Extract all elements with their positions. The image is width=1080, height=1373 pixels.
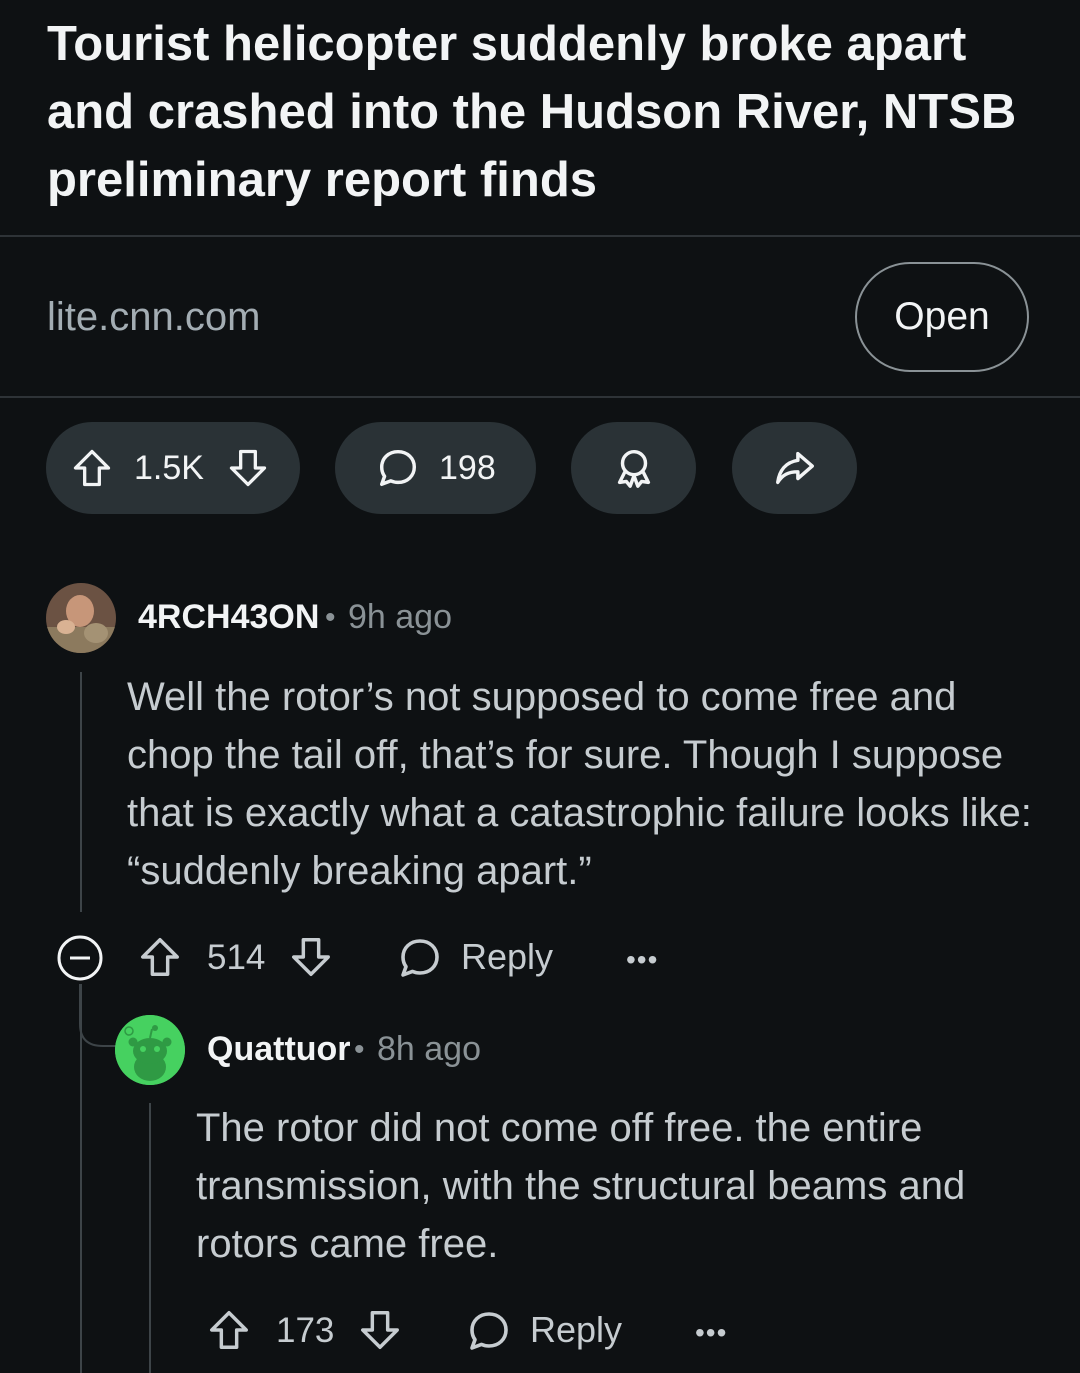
share-button[interactable] [732, 422, 857, 514]
thread-line[interactable] [80, 672, 82, 912]
downvote-arrow-icon[interactable] [226, 446, 270, 490]
comment-username[interactable]: Quattuor [207, 1030, 351, 1069]
more-options-button[interactable]: ••• [626, 944, 658, 976]
downvote-arrow-icon[interactable] [288, 934, 334, 980]
comment-score: 514 [207, 938, 266, 977]
upvote-arrow-icon[interactable] [70, 446, 114, 490]
upvote-arrow-icon[interactable] [137, 934, 183, 980]
comment-score: 173 [276, 1311, 335, 1350]
more-options-button[interactable]: ••• [695, 1317, 727, 1349]
separator-dot: • [354, 1033, 365, 1066]
award-icon [611, 445, 657, 491]
reply-button[interactable]: Reply [530, 1309, 622, 1351]
thread-line[interactable] [149, 1103, 151, 1373]
post-score: 1.5K [134, 448, 204, 487]
comment-bubble-icon[interactable] [396, 934, 444, 982]
avatar[interactable] [46, 583, 116, 653]
comment-timestamp: 9h ago [348, 598, 452, 636]
comment-count: 198 [439, 448, 496, 487]
comment-username[interactable]: 4RCH43ON [138, 598, 319, 637]
post-title: Tourist helicopter suddenly broke apart … [47, 17, 1017, 207]
separator-dot: • [325, 601, 336, 634]
link-domain[interactable]: lite.cnn.com [47, 292, 260, 342]
open-link-button[interactable]: Open [855, 262, 1029, 372]
divider [0, 396, 1080, 398]
comment-timestamp: 8h ago [377, 1030, 481, 1068]
share-arrow-icon [772, 445, 818, 491]
vote-pill: 1.5K [46, 422, 300, 514]
reply-button[interactable]: Reply [461, 936, 553, 978]
avatar[interactable] [115, 1015, 185, 1085]
divider [0, 235, 1080, 237]
comment-body: Well the rotor’s not supposed to come fr… [127, 675, 1032, 893]
award-button[interactable] [571, 422, 696, 514]
comment-bubble-icon [375, 445, 421, 491]
downvote-arrow-icon[interactable] [357, 1307, 403, 1353]
comment-body: The rotor did not come off free. the ent… [196, 1106, 966, 1266]
comment-bubble-icon[interactable] [465, 1307, 513, 1355]
comments-button[interactable]: 198 [335, 422, 536, 514]
upvote-arrow-icon[interactable] [206, 1307, 252, 1353]
collapse-minus-icon[interactable] [56, 934, 104, 982]
